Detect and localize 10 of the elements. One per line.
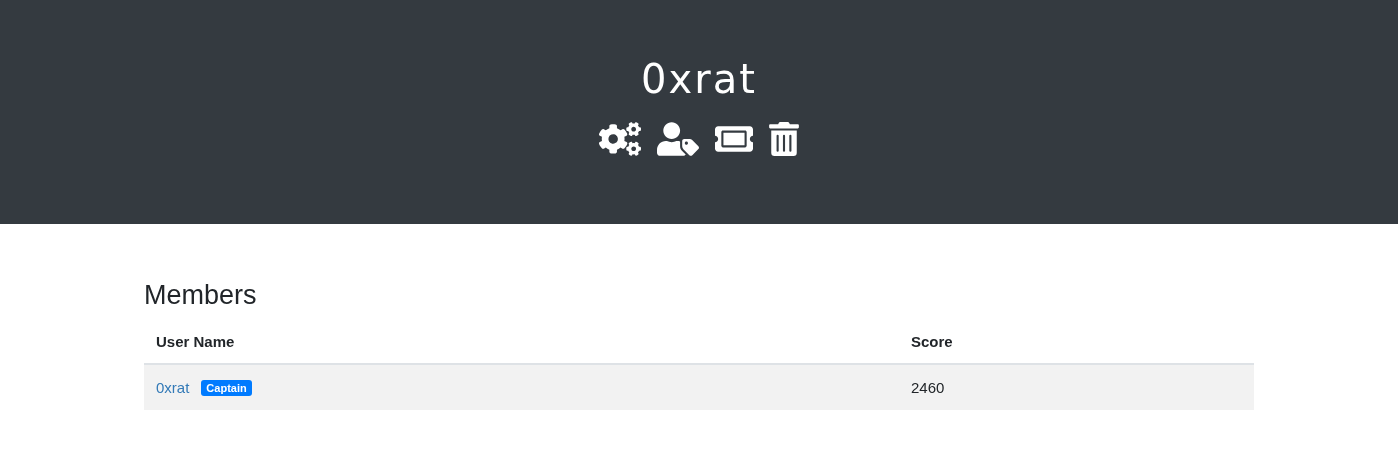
user-tag-icon[interactable]	[657, 122, 699, 156]
user-link[interactable]: 0xrat	[156, 379, 190, 396]
team-title: 0xrat	[641, 56, 757, 102]
column-header: User Name	[156, 333, 235, 350]
column-header: Score	[911, 333, 953, 350]
score-text: 2460	[911, 379, 945, 396]
settings-icon[interactable]	[599, 122, 641, 156]
section-heading: Members	[144, 280, 258, 311]
role-badge: Captain	[201, 379, 252, 396]
delete-icon[interactable]	[769, 122, 799, 156]
